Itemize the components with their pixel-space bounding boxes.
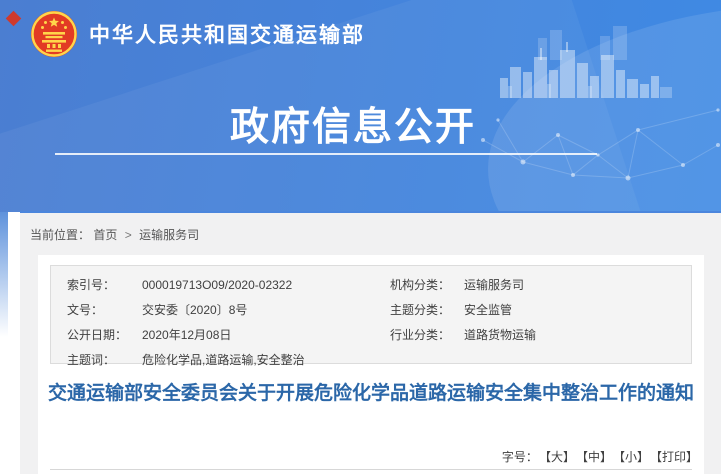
- font-size-medium-button[interactable]: 【中】: [582, 450, 612, 464]
- meta-label: 主题词：: [67, 351, 142, 368]
- banner-title: 政府信息公开: [230, 96, 476, 152]
- red-diamond-icon: [6, 11, 22, 27]
- breadcrumb-label: 当前位置：: [30, 228, 90, 242]
- font-size-large-button[interactable]: 【大】: [545, 450, 575, 464]
- site-header: 中华人民共和国交通运输部: [30, 9, 365, 59]
- document-card: 索引号： 000019713O09/2020-02322 机构分类： 运输服务司…: [38, 255, 704, 476]
- meta-value: 000019713O09/2020-02322: [142, 278, 390, 292]
- meta-value: 交安委〔2020〕8号: [142, 301, 390, 318]
- meta-label: 行业分类：: [390, 326, 464, 343]
- breadcrumb-home-link[interactable]: 首页: [93, 228, 117, 242]
- content-divider: [50, 469, 692, 470]
- breadcrumb-section-link[interactable]: 运输服务司: [139, 228, 199, 242]
- font-size-toolbar: 字号： 【大】【中】【小】【打印】: [502, 448, 698, 465]
- site-name: 中华人民共和国交通运输部: [89, 19, 365, 49]
- meta-value: 道路货物运输: [464, 326, 691, 343]
- document-title: 交通运输部安全委员会关于开展危险化学品道路运输安全集中整治工作的通知: [46, 381, 696, 407]
- document-meta-table: 索引号： 000019713O09/2020-02322 机构分类： 运输服务司…: [50, 265, 692, 364]
- banner: 中华人民共和国交通运输部 政府信息公开: [0, 0, 721, 212]
- breadcrumb-separator: >: [125, 228, 132, 242]
- meta-value: 运输服务司: [464, 276, 691, 293]
- font-size-small-button[interactable]: 【小】: [619, 450, 649, 464]
- meta-label: 机构分类：: [390, 276, 464, 293]
- meta-value: 安全监管: [464, 301, 691, 318]
- content-panel: 当前位置： 首页 > 运输服务司 索引号： 000019713O09/2020-…: [20, 211, 721, 474]
- meta-value: 危险化学品,道路运输,安全整治: [142, 351, 691, 368]
- meta-label: 主题分类：: [390, 301, 464, 318]
- meta-label: 公开日期：: [67, 326, 142, 343]
- faint-buildings-decoration: [538, 26, 633, 60]
- meta-value: 2020年12月08日: [142, 326, 390, 343]
- print-button[interactable]: 【打印】: [656, 450, 698, 464]
- banner-underline: [55, 153, 597, 155]
- meta-label: 索引号：: [67, 276, 142, 293]
- font-size-label: 字号：: [502, 450, 538, 464]
- breadcrumb: 当前位置： 首页 > 运输服务司: [20, 213, 721, 243]
- meta-label: 文号：: [67, 301, 142, 318]
- left-gradient-decoration: [0, 212, 8, 337]
- network-decoration: [478, 100, 721, 200]
- national-emblem-icon: [30, 10, 78, 58]
